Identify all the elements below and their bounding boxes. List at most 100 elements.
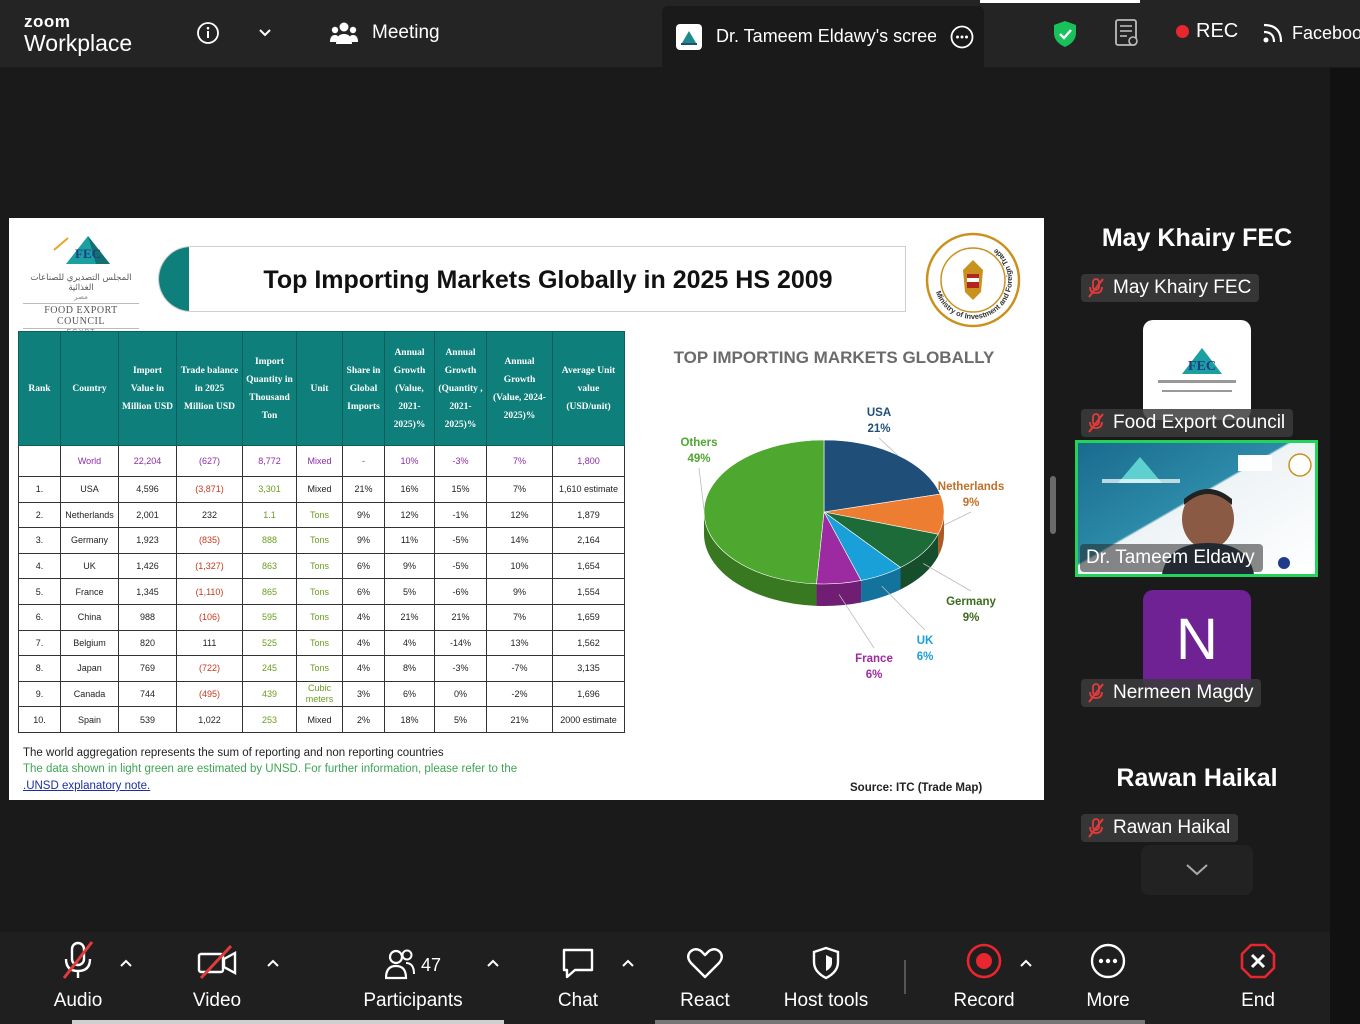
muted-mic-icon — [62, 941, 94, 979]
table-cell: Tons — [296, 603, 343, 631]
video-label: Video — [192, 990, 242, 1011]
table-cell: (1,110) — [176, 578, 243, 605]
audio-options-caret-icon[interactable] — [119, 958, 133, 968]
table-cell: 18% — [384, 706, 435, 733]
table-cell: 9% — [342, 501, 385, 529]
broadcast-icon — [1263, 23, 1283, 43]
table-cell: 9% — [486, 578, 553, 605]
table-cell: (495) — [176, 680, 243, 708]
rec-dot-icon — [1176, 25, 1189, 38]
table-cell: 5% — [384, 578, 435, 605]
table-cell: 13% — [486, 629, 553, 657]
table-cell: 21% — [384, 603, 435, 631]
fec-logo-english: FOOD EXPORT COUNCIL — [23, 303, 139, 329]
table-cell: 1. — [18, 476, 61, 503]
more-options-icon[interactable] — [950, 25, 974, 49]
table-cell: 7. — [18, 629, 61, 657]
panel-resize-handle[interactable] — [1050, 476, 1056, 534]
record-label: Record — [953, 990, 1015, 1011]
unsd-note-link[interactable]: .UNSD explanatory note. — [23, 780, 150, 792]
participant-tile-nermeen[interactable]: N — [1143, 590, 1251, 690]
participant-label-fec[interactable]: Food Export Council — [1081, 409, 1294, 437]
recording-indicator[interactable]: REC — [1176, 20, 1238, 43]
record-button[interactable]: Record — [950, 932, 1018, 1024]
pie-leader-line — [698, 467, 705, 510]
react-button[interactable]: React — [678, 932, 732, 1024]
audio-label: Audio — [53, 990, 103, 1011]
end-icon — [1240, 943, 1276, 979]
table-cell: 1,610 estimate — [552, 476, 625, 503]
fec-pyramid-icon: FEC — [53, 236, 110, 264]
slide-title: Top Importing Markets Globally in 2025 H… — [263, 265, 833, 294]
fec-logo-arabic-country: مصر — [74, 293, 88, 301]
table-cell: 1.1 — [242, 501, 297, 529]
table-row: 4. UK 1,426 (1,327) 863 Tons 6% 9% -5% 10% 1,654 — [18, 552, 625, 580]
participants-button[interactable]: 47 Participants — [360, 932, 466, 1024]
table-cell: -1% — [434, 501, 487, 529]
pie-leader-line — [923, 563, 972, 592]
pie-chart: USA 21% Netherlands 9% Germany 9% UK 6% France 6%… — [680, 407, 1004, 681]
video-options-caret-icon[interactable] — [266, 958, 280, 968]
title-accent — [159, 247, 189, 311]
security-shield-icon[interactable] — [1052, 20, 1078, 53]
participants-count: 47 — [420, 955, 442, 975]
chat-button[interactable]: Chat — [552, 932, 604, 1024]
participant-tile-food-export-council[interactable]: FEC — [1143, 320, 1251, 420]
logo-bottom-text: Workplace — [24, 30, 133, 56]
pie-label-value: 6% — [866, 669, 883, 681]
more-icon — [1090, 943, 1126, 979]
table-cell: 6% — [342, 578, 385, 605]
table-header-cell: Average Unit value (USD/unit) — [552, 331, 625, 446]
table-cell: -5% — [434, 552, 487, 580]
table-cell: 2. — [18, 501, 61, 529]
table-cell: 232 — [176, 501, 243, 529]
table-cell: 8,772 — [242, 445, 297, 477]
audio-button[interactable]: Audio — [48, 932, 108, 1024]
people-icon — [330, 22, 358, 44]
table-cell: USA — [60, 476, 119, 503]
table-header-cell: Share in Global Imports — [342, 331, 385, 446]
table-cell: 9% — [342, 527, 385, 554]
participant-label-may[interactable]: May Khairy FEC — [1081, 274, 1260, 302]
source-label: Source: ITC (Trade Map) — [850, 782, 983, 794]
table-cell: (3,871) — [176, 476, 243, 503]
live-stream-indicator[interactable]: Faceboo — [1262, 22, 1360, 44]
table-cell: 1,923 — [118, 527, 177, 554]
chevron-down-icon[interactable] — [256, 18, 274, 48]
table-cell: 245 — [242, 655, 297, 682]
participants-options-caret-icon[interactable] — [486, 958, 500, 968]
table-cell: 12% — [384, 501, 435, 529]
more-button[interactable]: More — [1082, 932, 1134, 1024]
participant-label-nermeen[interactable]: Nermeen Magdy — [1081, 679, 1262, 707]
info-icon[interactable] — [196, 18, 220, 48]
end-button[interactable]: End — [1232, 932, 1284, 1024]
panel-scroll-down-button[interactable] — [1141, 845, 1253, 895]
host-tools-button[interactable]: Host tools — [778, 932, 874, 1024]
table-cell: Tons — [296, 655, 343, 682]
table-cell: 2% — [342, 706, 385, 733]
slide-title-box: Top Importing Markets Globally in 2025 H… — [158, 246, 906, 312]
screen-share-tab[interactable]: Dr. Tameem Eldawy's screen — [662, 6, 984, 67]
table-cell: 8% — [384, 655, 435, 682]
logo-top-text: zoom — [24, 12, 71, 31]
table-header-cell: Annual Growth (Value, 2021-2025)% — [384, 331, 435, 446]
table-cell: 7% — [486, 603, 553, 631]
participant-label-rawan[interactable]: Rawan Haikal — [1081, 814, 1239, 842]
table-cell: -14% — [434, 629, 487, 657]
record-options-caret-icon[interactable] — [1019, 958, 1033, 968]
note-estimated-data: The data shown in light green are estima… — [23, 763, 518, 775]
table-cell: 21% — [434, 603, 487, 631]
table-cell: Tons — [296, 629, 343, 657]
table-row: 7. Belgium 820 111 525 Tons 4% 4% -14% 13% 1,562 — [18, 629, 625, 657]
notes-icon[interactable] — [1114, 18, 1140, 53]
video-button[interactable]: Video — [187, 932, 247, 1024]
table-cell: -5% — [434, 527, 487, 554]
table-cell: 4,596 — [118, 476, 177, 503]
table-cell: 1,554 — [552, 578, 625, 605]
meeting-button[interactable]: Meeting — [330, 20, 440, 46]
table-cell: Cubic meters — [296, 680, 343, 708]
chat-options-caret-icon[interactable] — [621, 958, 635, 968]
table-cell: 1,562 — [552, 629, 625, 657]
table-cell — [18, 445, 61, 477]
right-edge-panel — [1330, 68, 1360, 1024]
